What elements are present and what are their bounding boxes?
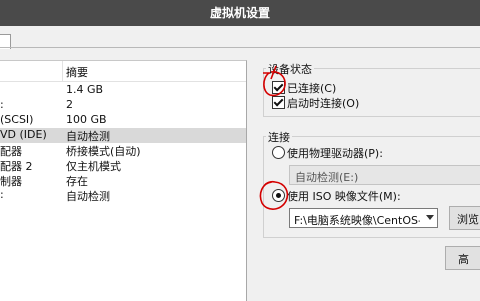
advanced-button-label: 高 [458, 253, 469, 266]
iso-path-value: F:\电脑系统映像\CentOS-7-x [294, 214, 420, 227]
use-iso-image-radio[interactable] [272, 189, 285, 202]
device-row-cd-dvd[interactable]: VD (IDE) 自动检测 [0, 128, 246, 143]
device-name: : [0, 188, 4, 201]
chevron-down-icon[interactable] [426, 215, 434, 220]
device-summary: 仅主机模式 [66, 160, 121, 173]
tab-strip [0, 26, 480, 49]
connected-label[interactable]: 已连接(C) [287, 80, 336, 96]
connect-at-power-on-label[interactable]: 启动时连接(O) [287, 95, 359, 111]
advanced-button[interactable]: 高 [445, 246, 480, 270]
device-row-network-adapter[interactable]: 配器 桥接模式(自动) [0, 143, 246, 158]
device-summary: 存在 [66, 175, 88, 188]
device-summary: 桥接模式(自动) [66, 145, 141, 158]
connected-checkbox[interactable] [272, 81, 285, 94]
device-name: VD (IDE) [0, 128, 47, 141]
device-name: : [0, 98, 4, 111]
device-row-usb-controller[interactable]: 制器 存在 [0, 173, 246, 188]
device-name: 配器 [0, 145, 22, 158]
connect-at-power-on-checkbox[interactable] [272, 96, 285, 109]
window-title: 虚拟机设置 [209, 6, 270, 20]
physical-drive-select[interactable]: 自动检测(E:) [289, 165, 480, 185]
device-list-header: 摘要 [0, 61, 246, 82]
device-row-sound-card[interactable]: : 自动检测 [0, 188, 246, 203]
use-physical-drive-label[interactable]: 使用物理驱动器(P): [287, 145, 383, 161]
device-status-title: 设备状态 [266, 61, 314, 77]
tab-divider [0, 47, 480, 48]
device-summary: 2 [66, 98, 73, 111]
connection-title: 连接 [266, 129, 292, 145]
device-list: 摘要 1.4 GB : 2 (SCSI) 100 GB VD (IDE) 自动检… [0, 60, 247, 301]
window-title-bar: 虚拟机设置 [0, 0, 480, 26]
device-name: 制器 [0, 175, 22, 188]
header-device-column[interactable] [0, 61, 63, 81]
device-row-network-adapter-2[interactable]: 配器 2 仅主机模式 [0, 158, 246, 173]
device-name: 配器 2 [0, 160, 33, 173]
header-summary-column[interactable]: 摘要 [66, 64, 88, 80]
device-summary: 1.4 GB [66, 83, 104, 96]
physical-drive-value: 自动检测(E:) [295, 171, 359, 184]
device-summary: 自动检测 [66, 190, 110, 203]
browse-button[interactable]: 浏览 [449, 206, 480, 230]
browse-button-label: 浏览 [457, 213, 479, 226]
use-physical-drive-radio[interactable] [272, 146, 285, 159]
use-iso-image-label[interactable]: 使用 ISO 映像文件(M): [287, 188, 401, 204]
device-row-memory[interactable]: 1.4 GB [0, 83, 246, 98]
device-summary: 100 GB [66, 113, 107, 126]
device-row-hard-disk[interactable]: (SCSI) 100 GB [0, 113, 246, 128]
device-name: (SCSI) [0, 113, 34, 126]
iso-path-combobox[interactable]: F:\电脑系统映像\CentOS-7-x [289, 208, 438, 228]
device-summary: 自动检测 [66, 130, 110, 143]
device-row-processors[interactable]: : 2 [0, 98, 246, 113]
